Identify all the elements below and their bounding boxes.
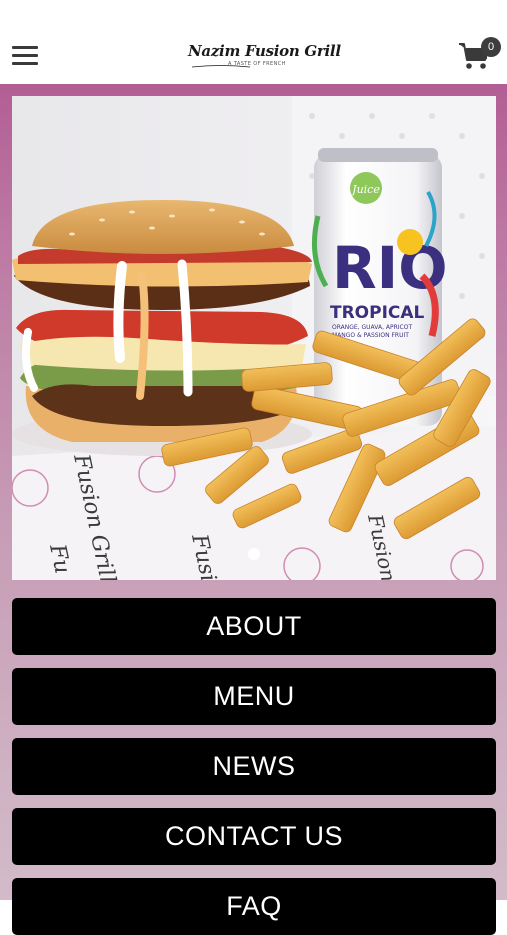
about-button[interactable]: ABOUT	[12, 598, 496, 655]
cart-button[interactable]: 0	[458, 37, 502, 75]
menu-button[interactable]: MENU	[12, 668, 496, 725]
news-button[interactable]: NEWS	[12, 738, 496, 795]
svg-text:TROPICAL: TROPICAL	[330, 303, 425, 323]
faq-button[interactable]: FAQ	[12, 878, 496, 935]
burger	[12, 200, 312, 456]
logo-tagline: A TASTE OF FRENCH	[228, 61, 286, 67]
home-content: Fusion Grill Fu Fusio Fusion Juice RIO T…	[0, 84, 507, 935]
contact-us-button[interactable]: CONTACT US	[12, 808, 496, 865]
slide-indicator-dot[interactable]	[248, 548, 260, 560]
svg-text:Juice: Juice	[350, 183, 380, 196]
svg-text:ORANGE, GUAVA, APRICOT: ORANGE, GUAVA, APRICOT	[332, 324, 412, 331]
drink-can: Juice RIO TROPICAL ORANGE, GUAVA, APRICO…	[311, 148, 448, 426]
hero-image-slider[interactable]: Fusion Grill Fu Fusio Fusion Juice RIO T…	[12, 96, 496, 580]
logo-text: Nazim Fusion Grill	[188, 42, 341, 60]
burger-fries-drink-photo: Fusion Grill Fu Fusio Fusion Juice RIO T…	[12, 96, 496, 580]
menu-icon[interactable]	[12, 45, 38, 67]
cart-count-badge: 0	[481, 37, 501, 57]
app-header: Nazim Fusion Grill A TASTE OF FRENCH 0	[0, 0, 507, 84]
brand-logo[interactable]: Nazim Fusion Grill A TASTE OF FRENCH	[188, 40, 341, 74]
